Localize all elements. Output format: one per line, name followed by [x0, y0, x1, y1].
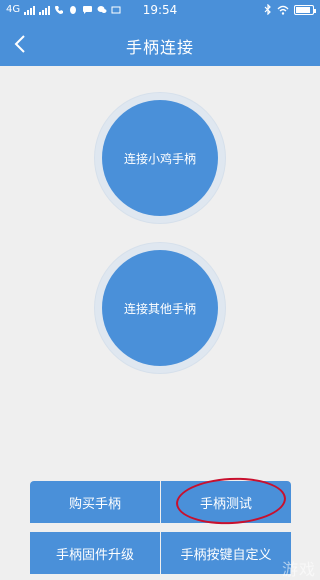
- buy-gamepad-button[interactable]: 购买手柄: [30, 481, 160, 523]
- connect-xiaoji-button[interactable]: 连接小鸡手柄: [102, 100, 218, 216]
- status-bar: 4G 19:54: [0, 0, 320, 22]
- connect-other-button[interactable]: 连接其他手柄: [102, 250, 218, 366]
- gamepad-test-button[interactable]: 手柄测试: [161, 481, 291, 523]
- nav-bar: 手柄连接: [0, 22, 320, 66]
- watermark: 游戏: [281, 560, 316, 579]
- connect-other-ring: 连接其他手柄: [95, 243, 225, 373]
- custom-keys-button[interactable]: 手柄按键自定义: [161, 532, 291, 574]
- connect-xiaoji-ring: 连接小鸡手柄: [95, 93, 225, 223]
- wifi-icon: [277, 5, 289, 15]
- page-title: 手柄连接: [125, 38, 194, 57]
- status-right: [264, 4, 316, 15]
- battery-icon: [294, 4, 316, 15]
- bluetooth-icon: [264, 4, 271, 15]
- firmware-upgrade-button[interactable]: 手柄固件升级: [30, 532, 160, 574]
